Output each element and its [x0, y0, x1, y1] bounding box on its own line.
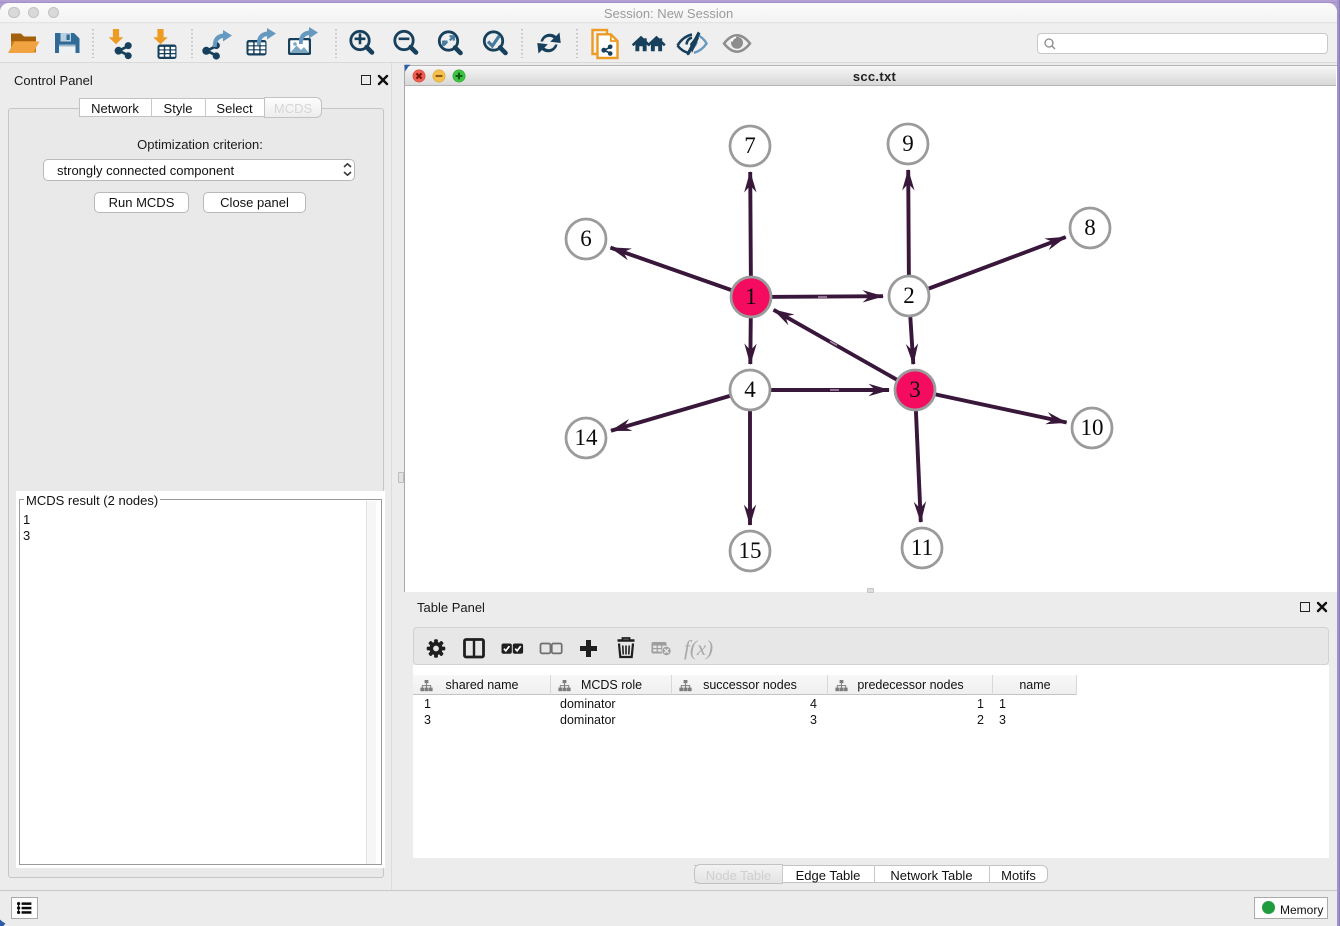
svg-text:4: 4	[744, 377, 756, 402]
svg-text:10: 10	[1081, 415, 1104, 440]
svg-text:2: 2	[903, 283, 915, 308]
svg-text:11: 11	[911, 535, 933, 560]
svg-text:7: 7	[744, 133, 756, 158]
svg-text:8: 8	[1084, 215, 1096, 240]
svg-text:f(x): f(x)	[684, 636, 713, 660]
svg-text:6: 6	[580, 226, 592, 251]
svg-text:3: 3	[909, 377, 921, 402]
svg-text:14: 14	[575, 425, 599, 450]
svg-text:15: 15	[739, 538, 762, 563]
svg-text:9: 9	[902, 131, 914, 156]
svg-text:1: 1	[745, 284, 757, 309]
